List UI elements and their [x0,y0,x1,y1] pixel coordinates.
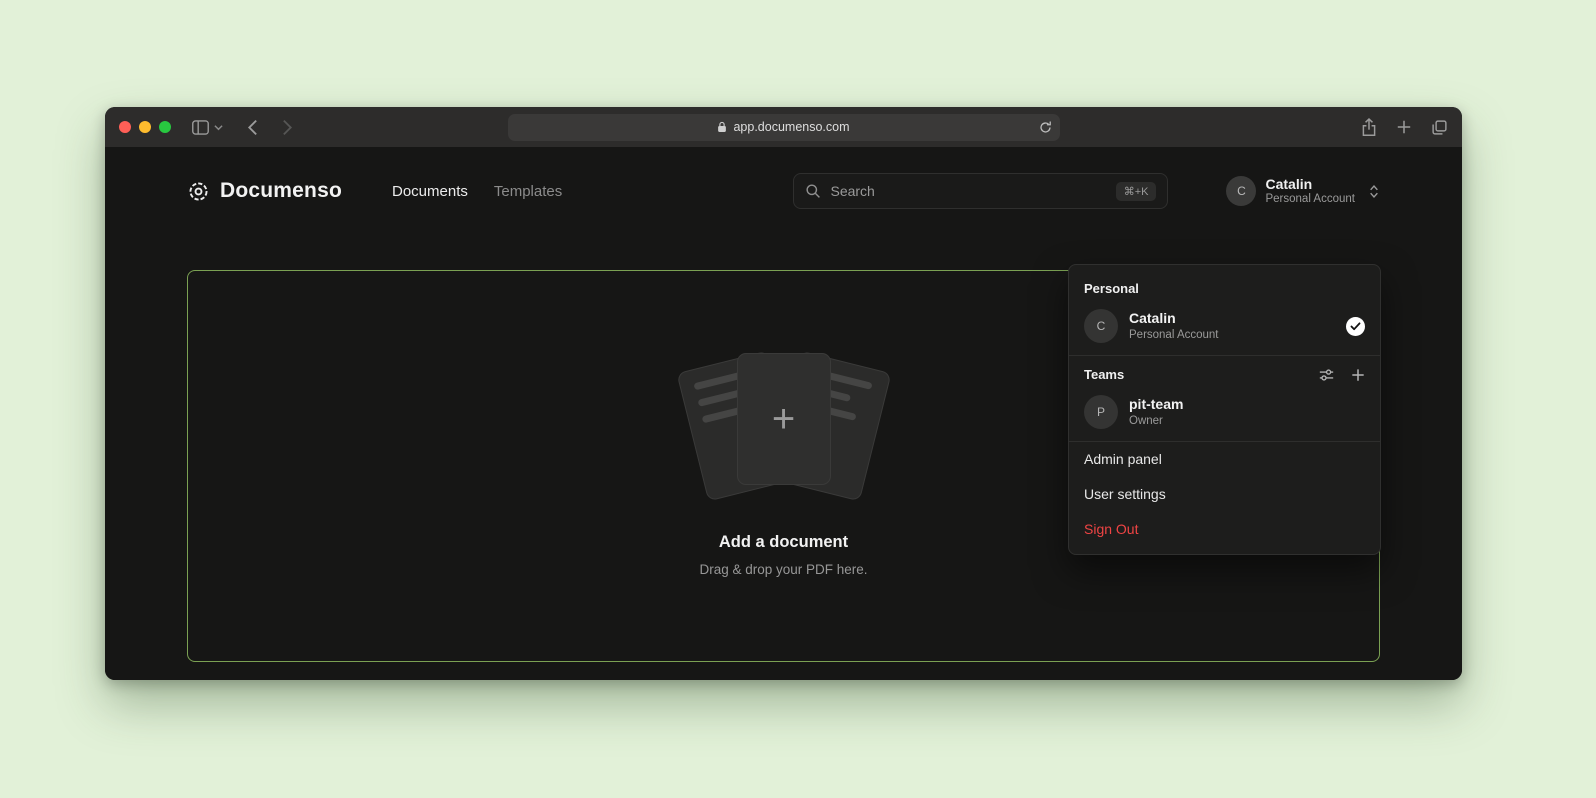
url-text: app.documenso.com [733,120,849,134]
toolbar-actions [1361,118,1448,137]
dropzone-subtitle: Drag & drop your PDF here. [699,562,867,577]
documenso-app: Documenso Documents Templates ⌘+K C Cata… [105,147,1462,680]
plus-icon: + [738,354,830,484]
menu-item-user-settings[interactable]: User settings [1069,477,1380,512]
document-stack-illustration: + [679,353,889,503]
add-team-icon[interactable] [1351,368,1365,382]
refresh-icon[interactable] [1039,121,1052,134]
personal-account-avatar: C [1084,309,1118,343]
app-header: Documenso Documents Templates ⌘+K C Cata… [105,147,1462,235]
zoom-window-button[interactable] [159,121,171,133]
brand-name: Documenso [220,179,342,203]
tab-overview-icon[interactable] [1431,119,1448,136]
menu-item-admin-panel[interactable]: Admin panel [1069,442,1380,477]
back-icon[interactable] [247,119,258,136]
search-icon [805,183,821,199]
minimize-window-button[interactable] [139,121,151,133]
account-name: Catalin [1265,176,1355,193]
browser-toolbar: app.documenso.com [105,107,1462,147]
sidebar-toggle-icon[interactable] [191,119,210,136]
account-dropdown-menu: Personal C Catalin Personal Account Team… [1068,264,1381,555]
main-nav: Documents Templates [392,183,562,200]
share-icon[interactable] [1361,118,1377,137]
team-text: pit-team Owner [1129,396,1183,428]
personal-section-label: Personal [1069,270,1380,303]
team-item-pit-team[interactable]: P pit-team Owner [1069,389,1380,441]
teams-actions [1319,368,1365,382]
personal-account-type: Personal Account [1129,328,1219,342]
lock-icon [717,121,727,133]
document-card-center: + [737,353,831,485]
team-avatar: P [1084,395,1118,429]
forward-icon[interactable] [282,119,293,136]
documenso-logo-icon [187,180,210,203]
search-bar: ⌘+K [793,173,1168,209]
chevron-down-icon[interactable] [214,124,223,131]
search-shortcut-badge: ⌘+K [1116,182,1157,201]
search-input[interactable] [830,183,1106,199]
selected-check-icon [1346,317,1365,336]
window-controls [119,121,171,133]
address-bar[interactable]: app.documenso.com [508,114,1060,141]
close-window-button[interactable] [119,121,131,133]
personal-account-text: Catalin Personal Account [1129,310,1219,342]
teams-section-label: Teams [1084,367,1124,382]
menu-item-sign-out[interactable]: Sign Out [1069,512,1380,547]
account-avatar: C [1226,176,1256,206]
personal-account-name: Catalin [1129,310,1219,328]
teams-section-header: Teams [1069,356,1380,389]
browser-window: app.documenso.com [105,107,1462,680]
nav-item-templates[interactable]: Templates [494,183,562,200]
chevron-up-down-icon [1368,184,1380,199]
team-role: Owner [1129,414,1183,428]
brand-logo-home-link[interactable]: Documenso [187,179,342,203]
dropzone-title: Add a document [719,533,848,552]
team-name: pit-team [1129,396,1183,414]
personal-account-item[interactable]: C Catalin Personal Account [1069,303,1380,355]
account-type: Personal Account [1265,193,1355,207]
manage-teams-icon[interactable] [1319,368,1334,382]
nav-item-documents[interactable]: Documents [392,183,468,200]
account-text: Catalin Personal Account [1265,176,1355,207]
account-menu-button[interactable]: C Catalin Personal Account [1226,176,1380,207]
new-tab-icon[interactable] [1396,119,1412,135]
